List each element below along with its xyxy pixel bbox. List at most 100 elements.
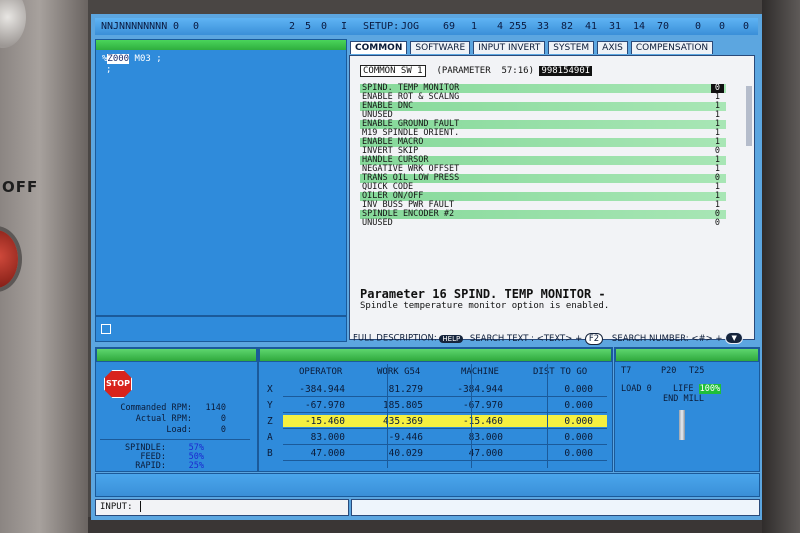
status-n0: 0 <box>173 21 180 32</box>
program-line-1: %Z000 M03 ; <box>102 54 162 65</box>
spindle-panel: STOP Commanded RPM: 1140 Actual RPM: 0 Loa… <box>95 347 258 472</box>
axis-label: A <box>267 432 273 443</box>
tab-input-invert[interactable]: INPUT INVERT <box>473 41 546 54</box>
tab-common[interactable]: COMMON <box>350 41 408 54</box>
help-key-button[interactable]: HELP <box>439 334 464 343</box>
parameter-row-label: UNUSED <box>362 218 393 228</box>
spindle-readouts: Commanded RPM: 1140 Actual RPM: 0 Load: 0 <box>96 403 246 436</box>
emergency-stop-knob[interactable] <box>0 230 18 288</box>
commanded-rpm-value: 1140 <box>205 403 226 413</box>
parameter-row[interactable]: ENABLE DNC 1 <box>360 102 726 111</box>
status-c5: 5 <box>305 21 312 32</box>
position-operator-value: -67.970 <box>304 400 345 411</box>
search-number-label: SEARCH NUMBER: <#> + <box>611 333 723 344</box>
description-text: Spindle temperature monitor option is en… <box>360 301 610 311</box>
parameter-raw-value: 99815490I <box>539 66 593 76</box>
status-v2: 1 <box>471 21 478 32</box>
parameter-number: (PARAMETER 57:16) <box>436 66 534 76</box>
mode-label: JOG <box>401 21 420 32</box>
serial-number: NNJNNNNNNNN <box>101 21 168 32</box>
program-panel[interactable]: %Z000 M03 ; ; <box>95 39 347 316</box>
actual-rpm-value: 0 <box>220 414 226 424</box>
position-operator-value: -15.460 <box>304 416 345 427</box>
col-operator: OPERATOR <box>299 367 343 377</box>
parameter-header: COMMON SW 1 (PARAMETER 57:16) 99815490I <box>360 65 593 77</box>
enter-key-icon[interactable]: ▼ <box>725 332 744 344</box>
rapid-override-value: 25% <box>188 461 204 471</box>
status-v12: 0 <box>719 21 726 32</box>
position-machine-value: -384.944 <box>457 384 503 395</box>
parameter-row[interactable]: ENABLE ROT & SCALNG 1 <box>360 93 726 102</box>
position-dist-value: 0.000 <box>564 400 593 411</box>
bezel-knob-top <box>0 0 26 48</box>
status-v9: 14 <box>633 21 646 32</box>
f2-key-button[interactable]: F2 <box>584 332 604 345</box>
tab-compensation[interactable]: COMPENSATION <box>630 41 714 54</box>
position-dist-value: 0.000 <box>564 384 593 395</box>
tab-axis[interactable]: AXIS <box>597 41 628 54</box>
tool-panel-header <box>615 348 759 362</box>
machine-bezel-left: OFF <box>0 0 88 533</box>
position-dist-value: 0.000 <box>564 448 593 459</box>
axis-label: Z <box>267 416 273 427</box>
parameter-list-area[interactable]: COMMON SW 1 (PARAMETER 57:16) 99815490I … <box>349 55 755 340</box>
status-n1: 0 <box>193 21 200 32</box>
column-divider <box>471 364 472 468</box>
column-divider <box>547 364 548 468</box>
input-field[interactable]: INPUT: <box>95 499 349 516</box>
parameter-row-value: 0 <box>714 218 720 228</box>
spindle-divider <box>100 439 250 440</box>
position-machine-value: 83.000 <box>468 432 503 443</box>
load-label: Load: <box>166 425 192 435</box>
end-mill-icon <box>679 410 685 440</box>
position-work-value: 40.029 <box>388 448 423 459</box>
tool-panel: T7 P20 T25 LOAD 0 LIFE 100% END MILL <box>614 347 760 472</box>
override-readouts: SPINDLE: 57% FEED: 50% RAPID: 25% <box>96 443 246 471</box>
help-search-bar: FULL DESCRIPTION: HELP SEARCH TEXT : <TE… <box>353 332 753 346</box>
status-v4: 255 <box>509 21 528 32</box>
message-bar <box>95 473 760 497</box>
tab-system[interactable]: SYSTEM <box>548 41 595 54</box>
program-panel-header <box>96 40 346 50</box>
tab-software[interactable]: SOFTWARE <box>410 41 471 54</box>
status-c2: 2 <box>289 21 296 32</box>
position-work-value: 81.279 <box>388 384 423 395</box>
description-title: Parameter 16 SPIND. TEMP MONITOR - <box>360 287 606 301</box>
parameter-row[interactable]: TRANS OIL LOW PRESS 0 <box>360 174 726 183</box>
row-divider <box>283 460 607 461</box>
load-value: 0 <box>220 425 226 435</box>
top-status-bar: NNJNNNNNNNN 0 0 2 5 0 I SETUP: JOG 69 1 … <box>95 18 758 35</box>
position-work-value: -9.446 <box>388 432 423 443</box>
stop-sign-icon: STOP <box>104 370 132 398</box>
status-v3: 4 <box>497 21 504 32</box>
parameter-row[interactable]: UNUSED 0 <box>360 219 726 228</box>
cnc-screen: NNJNNNNNNNN 0 0 2 5 0 I SETUP: JOG 69 1 … <box>91 14 762 520</box>
program-cursor-block[interactable]: Z000 <box>107 54 130 64</box>
tool-load-row: LOAD 0 <box>621 384 652 394</box>
row-divider <box>283 412 607 413</box>
status-v11: 0 <box>695 21 702 32</box>
program-line-2: ; <box>106 65 112 75</box>
status-v8: 31 <box>609 21 622 32</box>
status-c1: I <box>341 21 348 32</box>
tool-load-value: 0 <box>646 384 652 394</box>
search-text-label: SEARCH TEXT : <TEXT> + <box>469 333 583 344</box>
axis-label: B <box>267 448 273 459</box>
parameter-row[interactable]: SPINDLE ENCODER #2 0 <box>360 210 726 219</box>
tool-life-label: LIFE <box>673 384 694 394</box>
setup-label: SETUP: <box>363 21 400 32</box>
tool-next: T25 <box>689 366 705 376</box>
off-label-fragment: OFF <box>2 178 39 196</box>
position-dist-value: 0.000 <box>564 432 593 443</box>
tool-number: T7 <box>621 366 632 376</box>
parameter-group-name: COMMON SW 1 <box>360 65 426 77</box>
tool-type: END MILL <box>663 394 704 404</box>
position-machine-value: -67.970 <box>462 400 503 411</box>
scrollbar-thumb[interactable] <box>746 86 752 146</box>
full-description-label: FULL DESCRIPTION: <box>353 333 437 344</box>
row-divider <box>283 444 607 445</box>
input-status-bar <box>351 499 760 516</box>
status-v13: 0 <box>743 21 750 32</box>
actual-rpm-label: Actual RPM: <box>135 414 192 424</box>
status-v1: 69 <box>443 21 456 32</box>
